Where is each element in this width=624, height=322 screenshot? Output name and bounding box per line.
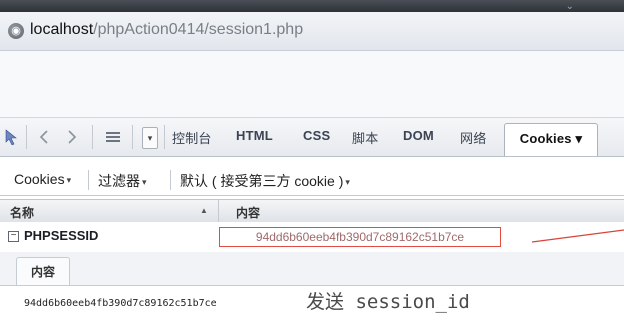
toolbar-divider [92, 125, 93, 149]
url-path: /phpAction0414/session1.php [93, 21, 304, 38]
chevron-down-icon: ▾ [66, 174, 72, 185]
address-bar[interactable]: ◉ localhost/phpAction0414/session1.php [0, 12, 624, 51]
firebug-icon[interactable] [4, 128, 18, 146]
globe-icon: ◉ [8, 23, 24, 39]
default-policy-label: 默认 ( 接受第三方 cookie ) [180, 173, 344, 189]
toolbar-divider [26, 125, 27, 149]
tab-net[interactable]: 网络 [460, 128, 486, 147]
toolbar-divider [164, 125, 165, 149]
chevron-down-icon: ▾ [142, 176, 147, 187]
chevron-left-icon[interactable] [36, 128, 52, 146]
filter-menu-label: 过滤器 [98, 173, 140, 189]
default-policy-menu[interactable]: 默认 ( 接受第三方 cookie ) ▾ [180, 171, 350, 191]
list-icon[interactable] [104, 128, 122, 146]
table-row[interactable]: − PHPSESSID 94dd6b60eeb4fb390d7c89162c51… [0, 222, 624, 253]
window-top-strip: ⌄ [0, 0, 624, 12]
tab-cookies[interactable]: Cookies ▾ [504, 123, 598, 156]
page-content-area [0, 51, 624, 117]
firebug-toolbar: ▾ 控制台 HTML CSS 脚本 DOM 网络 Cookies ▾ [0, 117, 624, 157]
menu-divider [88, 170, 89, 190]
table-header: 名称 ▲ 内容 [0, 199, 624, 223]
tab-content[interactable]: 内容 [16, 257, 70, 286]
tab-html[interactable]: HTML [236, 128, 273, 143]
annotation-text: 发送 session_id [306, 291, 470, 313]
tab-dom[interactable]: DOM [403, 128, 434, 143]
chevron-down-icon: ▾ [345, 176, 350, 187]
url-text[interactable]: localhost/phpAction0414/session1.php [30, 21, 303, 39]
chevron-down-icon: ⌄ [565, 1, 574, 12]
cookies-menu-bar: Cookies ▾ 过滤器 ▾ 默认 ( 接受第三方 cookie ) ▾ [0, 165, 624, 196]
filter-menu[interactable]: 过滤器 ▾ [98, 171, 147, 191]
column-header-content[interactable]: 内容 [236, 204, 260, 221]
cookies-menu-label: Cookies [14, 171, 65, 187]
cookie-value: 94dd6b60eeb4fb390d7c89162c51b7ce [219, 227, 501, 247]
url-host: localhost [30, 21, 94, 38]
column-divider[interactable] [218, 200, 219, 222]
tab-console[interactable]: 控制台 [172, 128, 212, 147]
toolbar-dropdown-button[interactable]: ▾ [142, 127, 158, 149]
sort-ascending-icon[interactable]: ▲ [200, 206, 208, 215]
toolbar-divider [132, 125, 133, 149]
collapse-toggle-icon[interactable]: − [8, 231, 19, 242]
cookies-menu[interactable]: Cookies ▾ [14, 171, 71, 187]
chevron-right-icon[interactable] [64, 128, 80, 146]
column-header-name[interactable]: 名称 [10, 204, 34, 221]
menu-divider [170, 170, 171, 190]
detail-value: 94dd6b60eeb4fb390d7c89162c51b7ce [24, 298, 217, 309]
tab-css[interactable]: CSS [303, 128, 330, 143]
tab-script[interactable]: 脚本 [352, 128, 378, 147]
cookie-name: PHPSESSID [24, 228, 99, 243]
